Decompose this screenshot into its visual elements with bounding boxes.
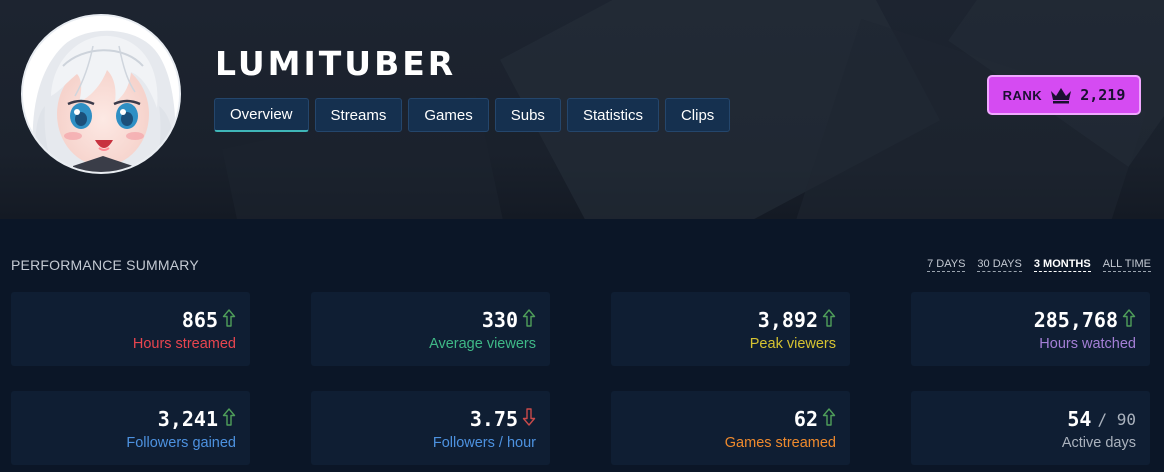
crown-icon: [1051, 88, 1072, 104]
channel-name: LUMITUBER: [215, 44, 457, 83]
stat-label: Followers gained: [126, 435, 236, 451]
rank-value: 2,219: [1080, 86, 1126, 104]
stat-value: 3.75: [469, 407, 518, 431]
stat-value: 62: [793, 407, 818, 431]
avatar-illustration: [23, 16, 179, 172]
trend-up-icon: [1122, 308, 1136, 333]
stat-card-active-days: 54/ 90 Active days: [911, 391, 1150, 465]
stat-value: 3,241: [157, 407, 218, 431]
stat-label: Followers / hour: [432, 435, 536, 451]
rank-label: RANK: [1002, 87, 1043, 103]
trend-up-icon: [522, 308, 536, 333]
stat-value: 285,768: [1033, 308, 1118, 332]
tab-statistics[interactable]: Statistics: [566, 98, 659, 132]
stat-card-games-streamed: 62 Games streamed: [611, 391, 850, 465]
stat-value: 330: [481, 308, 518, 332]
channel-avatar[interactable]: [21, 14, 181, 174]
trend-down-icon: [522, 407, 536, 432]
tab-overview[interactable]: Overview: [214, 98, 309, 132]
period-selector: 7 DAYS 30 DAYS 3 MONTHS ALL TIME: [927, 258, 1151, 272]
stat-card-followers-per-hour: 3.75 Followers / hour: [311, 391, 550, 465]
stat-label: Peak viewers: [749, 336, 836, 352]
rank-badge[interactable]: RANK 2,219: [987, 75, 1141, 115]
stat-label: Hours watched: [1039, 336, 1136, 352]
trend-up-icon: [822, 308, 836, 333]
section-title: PERFORMANCE SUMMARY: [11, 257, 199, 273]
period-all-time[interactable]: ALL TIME: [1102, 258, 1151, 272]
period-30-days[interactable]: 30 DAYS: [977, 258, 1022, 272]
period-3-months[interactable]: 3 MONTHS: [1033, 258, 1091, 272]
tab-clips[interactable]: Clips: [664, 98, 731, 132]
stat-label: Average viewers: [429, 336, 536, 352]
stat-value: 3,892: [757, 308, 818, 332]
stat-value: 54: [1067, 407, 1092, 431]
stat-card-hours-watched: 285,768 Hours watched: [911, 292, 1150, 366]
stat-label: Active days: [1061, 435, 1136, 451]
stat-card-average-viewers: 330 Average viewers: [311, 292, 550, 366]
tab-subs[interactable]: Subs: [494, 98, 561, 132]
trend-up-icon: [222, 308, 236, 333]
stat-card-hours-streamed: 865 Hours streamed: [11, 292, 250, 366]
stat-card-followers-gained: 3,241 Followers gained: [11, 391, 250, 465]
stat-value: 865: [181, 308, 218, 332]
stat-card-peak-viewers: 3,892 Peak viewers: [611, 292, 850, 366]
trend-up-icon: [222, 407, 236, 432]
tab-games[interactable]: Games: [408, 98, 489, 132]
period-7-days[interactable]: 7 DAYS: [927, 258, 966, 272]
channel-tabs: Overview Streams Games Subs Statistics C…: [214, 98, 731, 132]
tab-streams[interactable]: Streams: [314, 98, 403, 132]
stat-suffix: / 90: [1097, 409, 1136, 429]
stat-label: Hours streamed: [132, 336, 236, 352]
trend-up-icon: [822, 407, 836, 432]
stat-label: Games streamed: [724, 435, 836, 451]
